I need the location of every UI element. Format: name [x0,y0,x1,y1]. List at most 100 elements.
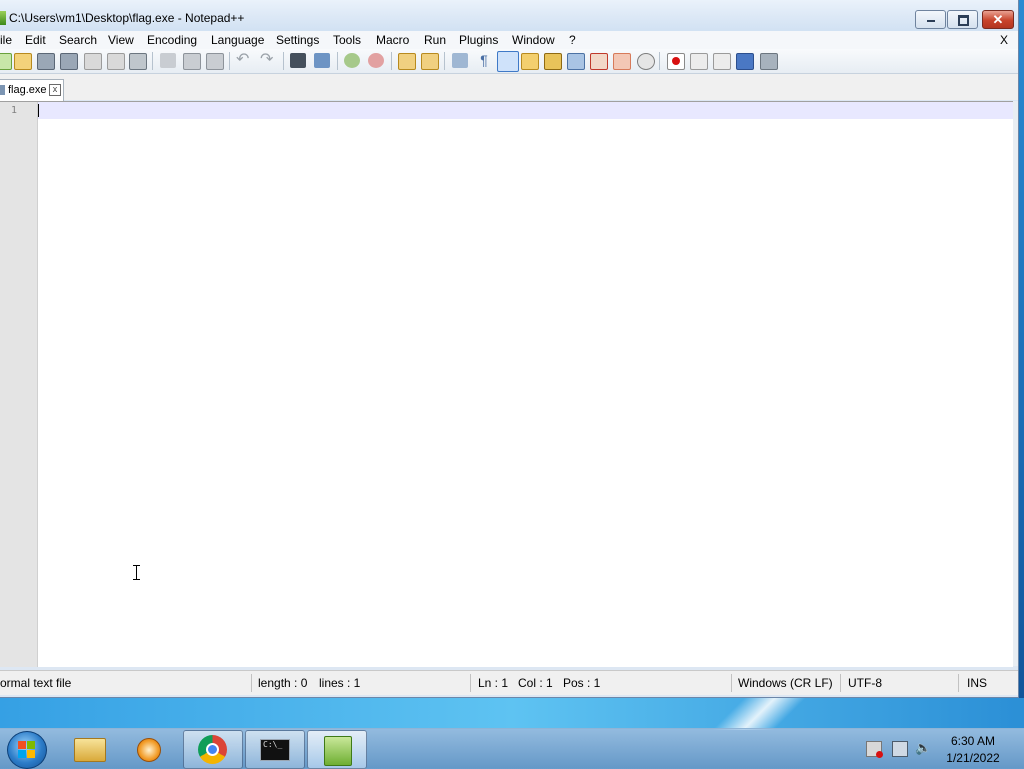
start-button[interactable] [7,731,47,769]
find-icon[interactable] [290,53,306,68]
save-macro-icon[interactable] [760,53,778,70]
close-document-button[interactable]: X [1000,33,1008,47]
toolbar-separator [152,52,153,70]
clock-time[interactable]: 6:30 AM [940,734,1006,748]
wallpaper-highlight [700,696,820,730]
line-number-gutter: 1 [0,102,38,667]
run-macro-multiple-icon[interactable] [736,53,754,70]
menu-view[interactable]: View [108,33,134,47]
toolbar-separator [337,52,338,70]
menu-settings[interactable]: Settings [276,33,319,47]
zoom-out-icon[interactable] [368,53,384,68]
title-bar[interactable]: C:\Users\vm1\Desktop\flag.exe - Notepad+… [0,0,1018,34]
toolbar-separator [659,52,660,70]
zoom-in-icon[interactable] [344,53,360,68]
status-file-type: ormal text file [0,676,72,690]
record-macro-icon[interactable] [667,53,685,70]
sync-horizontal-icon[interactable] [421,53,439,70]
menu-language[interactable]: Language [211,33,264,47]
word-wrap-icon[interactable] [452,53,468,68]
replace-icon[interactable] [314,53,330,68]
taskbar-notepad-plus-plus[interactable] [307,730,367,769]
network-icon[interactable] [892,741,908,757]
print-icon[interactable] [129,53,147,70]
close-window-button[interactable]: ✕ [982,10,1014,29]
save-icon[interactable] [37,53,55,70]
new-file-icon[interactable] [0,53,12,70]
monitoring-icon[interactable] [637,53,655,70]
notepad-plus-plus-icon [324,736,352,766]
user-defined-lang-icon[interactable] [521,53,539,70]
menu-bar: ile Edit Search View Encoding Language S… [0,31,1018,49]
taskbar-explorer[interactable] [60,730,118,767]
stop-record-icon[interactable] [690,53,708,70]
toolbar-separator [283,52,284,70]
sync-vertical-icon[interactable] [398,53,416,70]
status-insert-mode[interactable]: INS [967,676,987,690]
status-separator [251,674,252,692]
play-macro-icon[interactable] [713,53,731,70]
text-caret [38,104,39,117]
taskbar-chrome[interactable] [183,730,243,769]
paste-icon[interactable] [206,53,224,70]
taskbar-media-player[interactable] [120,730,178,767]
cut-icon[interactable] [160,53,176,68]
notepad-plus-plus-window: C:\Users\vm1\Desktop\flag.exe - Notepad+… [0,0,1019,698]
status-encoding[interactable]: UTF-8 [848,676,882,690]
action-center-flag-icon[interactable] [866,741,883,758]
taskbar: C:\_ 🔈 6:30 AM 1/21/2022 [0,728,1024,769]
undo-icon[interactable]: ↶ [236,52,252,68]
menu-encoding[interactable]: Encoding [147,33,197,47]
app-icon [0,11,6,25]
status-separator [470,674,471,692]
tab-label: flag.exe [8,84,47,96]
status-column: Col : 1 [518,676,553,690]
command-prompt-icon: C:\_ [260,739,290,761]
show-all-chars-icon[interactable]: ¶ [476,53,492,68]
minimize-icon [927,20,935,22]
menu-tools[interactable]: Tools [333,33,361,47]
chrome-icon [198,735,227,764]
save-all-icon[interactable] [60,53,78,70]
menu-window[interactable]: Window [512,33,555,47]
clock-date[interactable]: 1/21/2022 [940,751,1006,765]
tab-flag-exe[interactable]: flag.exe x [0,79,64,101]
editor-area[interactable]: 1 [0,101,1013,667]
close-all-icon[interactable] [107,53,125,70]
vertical-scrollbar[interactable] [1013,101,1018,666]
menu-search[interactable]: Search [59,33,97,47]
copy-icon[interactable] [183,53,201,70]
media-player-icon [137,738,161,762]
open-file-icon[interactable] [14,53,32,70]
volume-icon[interactable]: 🔈 [915,741,931,755]
taskbar-command-prompt[interactable]: C:\_ [245,730,305,769]
folder-as-workspace-icon[interactable] [590,53,608,70]
toolbar-separator [391,52,392,70]
maximize-icon [958,15,969,26]
tab-bar: flag.exe x [0,74,1018,101]
toolbar: ↶ ↷ ¶ [0,49,1018,74]
function-list-icon[interactable] [567,53,585,70]
status-separator [958,674,959,692]
redo-icon[interactable]: ↷ [260,52,276,68]
menu-help[interactable]: ? [569,33,576,47]
minimize-button[interactable] [915,10,946,29]
tab-close-icon[interactable]: x [49,84,61,96]
ibeam-cursor-icon [132,565,141,580]
close-file-icon[interactable] [84,53,102,70]
status-bar: ormal text file length : 0 lines : 1 Ln … [0,670,1018,695]
toolbar-separator [444,52,445,70]
menu-run[interactable]: Run [424,33,446,47]
menu-macro[interactable]: Macro [376,33,409,47]
maximize-button[interactable] [947,10,978,29]
doc-map-icon[interactable] [544,53,562,70]
menu-edit[interactable]: Edit [25,33,46,47]
status-lines: lines : 1 [319,676,361,690]
indent-guide-icon[interactable] [497,51,519,72]
wallpaper-streak [0,698,1024,728]
folder-icon [74,738,106,762]
menu-plugins[interactable]: Plugins [459,33,498,47]
doc-list-icon[interactable] [613,53,631,70]
status-eol-format[interactable]: Windows (CR LF) [738,676,833,690]
menu-file[interactable]: ile [0,33,12,47]
